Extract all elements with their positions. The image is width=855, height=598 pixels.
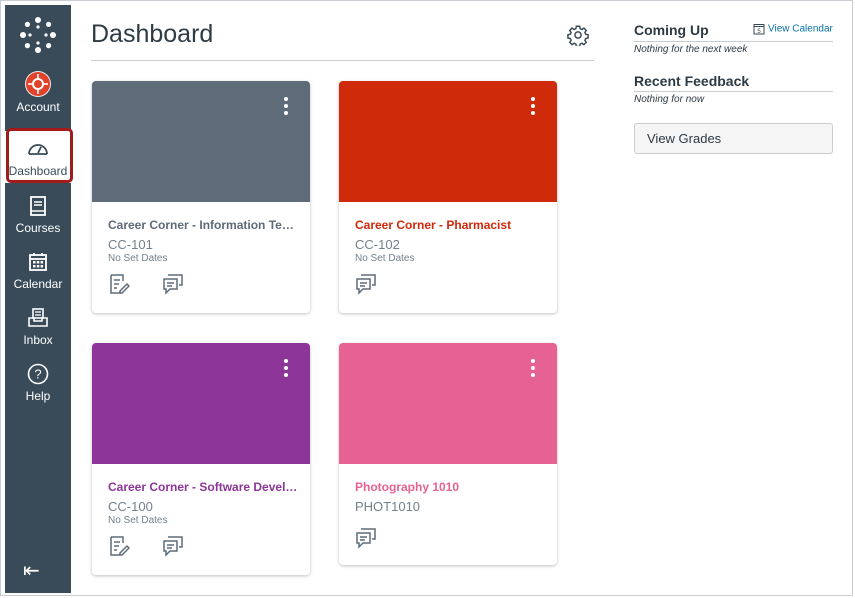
course-term: No Set Dates: [355, 253, 414, 264]
discussions-icon[interactable]: [162, 273, 184, 295]
card-options-icon[interactable]: [284, 97, 288, 118]
course-title[interactable]: Career Corner - Pharmacist: [355, 218, 545, 232]
nav-label: Dashboard: [5, 164, 71, 178]
course-card[interactable]: Career Corner - Pharmacist CC-102 No Set…: [339, 81, 557, 313]
nav-item-inbox[interactable]: Inbox: [5, 306, 71, 358]
nav-item-help[interactable]: ? Help: [5, 362, 71, 414]
nav-label: Help: [5, 389, 71, 403]
view-calendar-link[interactable]: 5View Calendar: [753, 23, 833, 35]
card-options-icon[interactable]: [531, 359, 535, 380]
course-title[interactable]: Career Corner - Software Developer: [108, 480, 298, 494]
nav-label: Inbox: [5, 333, 71, 347]
nav-item-courses[interactable]: Courses: [5, 194, 71, 246]
coming-up-divider: [634, 41, 833, 42]
course-title[interactable]: Career Corner - Information Techn...: [108, 218, 298, 232]
discussions-icon[interactable]: [162, 535, 184, 557]
recent-feedback-divider: [634, 91, 833, 92]
course-title[interactable]: Photography 1010: [355, 480, 545, 494]
book-icon: [26, 194, 50, 218]
coming-up-heading: Coming Up: [634, 22, 709, 38]
course-term: No Set Dates: [108, 515, 167, 526]
nav-item-account[interactable]: Account: [5, 71, 71, 123]
view-grades-button[interactable]: View Grades: [634, 123, 833, 154]
assignments-icon[interactable]: [108, 273, 130, 295]
recent-feedback-heading: Recent Feedback: [634, 73, 749, 89]
collapse-nav-button[interactable]: ⇤: [23, 558, 40, 583]
discussions-icon[interactable]: [355, 527, 377, 549]
course-card[interactable]: Photography 1010 PHOT1010: [339, 343, 557, 565]
coming-up-empty-text: Nothing for the next week: [634, 44, 747, 55]
recent-feedback-empty-text: Nothing for now: [634, 94, 704, 105]
page-title: Dashboard: [91, 20, 213, 49]
course-card-hero[interactable]: [339, 81, 557, 202]
dashboard-gauge-icon: [26, 137, 50, 161]
course-card-hero[interactable]: [92, 343, 310, 464]
course-card-hero[interactable]: [339, 343, 557, 464]
nav-item-dashboard[interactable]: Dashboard: [5, 131, 71, 183]
assignments-icon[interactable]: [108, 535, 130, 557]
card-options-icon[interactable]: [284, 359, 288, 380]
calendar-icon: [26, 250, 50, 274]
global-nav: Account Dashboard Courses Calendar: [5, 5, 71, 593]
course-card[interactable]: Career Corner - Information Techn... CC-…: [92, 81, 310, 313]
course-term: No Set Dates: [108, 253, 167, 264]
calendar-day-icon: 5: [753, 23, 765, 35]
discussions-icon[interactable]: [355, 273, 377, 295]
nav-label: Account: [5, 100, 71, 114]
card-options-icon[interactable]: [531, 97, 535, 118]
course-card[interactable]: Career Corner - Software Developer CC-10…: [92, 343, 310, 575]
canvas-logo-icon[interactable]: [18, 15, 58, 55]
course-code: CC-100: [108, 499, 153, 514]
course-code: PHOT1010: [355, 499, 420, 514]
svg-text:?: ?: [34, 367, 41, 382]
account-avatar-icon: [25, 71, 51, 97]
nav-label: Courses: [5, 221, 71, 235]
inbox-icon: [26, 306, 50, 330]
nav-label: Calendar: [5, 277, 71, 291]
help-icon: ?: [26, 362, 50, 386]
view-calendar-label: View Calendar: [768, 24, 833, 35]
course-card-hero[interactable]: [92, 81, 310, 202]
course-code: CC-102: [355, 237, 400, 252]
nav-item-calendar[interactable]: Calendar: [5, 250, 71, 302]
course-code: CC-101: [108, 237, 153, 252]
gear-icon[interactable]: [567, 24, 589, 46]
header-divider: [91, 60, 594, 61]
